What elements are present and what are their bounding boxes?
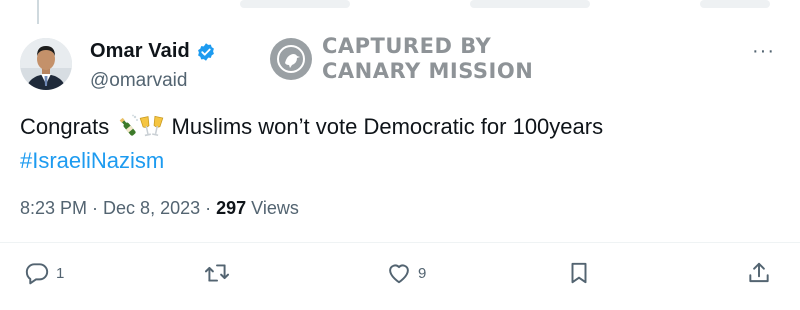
more-options-icon[interactable]: ··· (752, 40, 775, 63)
heart-icon (389, 264, 409, 284)
divider (0, 242, 800, 243)
share-button[interactable] (746, 260, 772, 286)
tweet-time[interactable]: 8:23 PM (20, 198, 87, 218)
tweet-first-line: Congrats Muslims won’t vote Democratic f… (20, 112, 780, 146)
tweet-text: Congrats Muslims won’t vote Democratic f… (20, 112, 780, 176)
like-button[interactable]: 9 (386, 260, 426, 286)
avatar-image (20, 38, 72, 90)
tweet-date[interactable]: Dec 8, 2023 (103, 198, 200, 218)
reply-button[interactable]: 1 (24, 260, 64, 286)
watermark-line-1: CAPTURED BY (322, 34, 492, 58)
like-count: 9 (418, 264, 427, 282)
views-count: 297 (216, 198, 247, 218)
share-icon (749, 262, 769, 283)
avatar[interactable] (20, 38, 72, 90)
meta-separator: · (87, 198, 104, 218)
action-bar: 1 9 (0, 260, 800, 294)
reply-count: 1 (56, 264, 65, 282)
watermark: CAPTURED BY CANARY MISSION (270, 34, 533, 84)
tweet-text-after: Muslims won’t vote Democratic for 100yea… (165, 114, 604, 139)
watermark-text: CAPTURED BY CANARY MISSION (322, 34, 533, 84)
author-handle[interactable]: @omarvaid (90, 70, 187, 92)
faded-previous-content (700, 0, 770, 8)
tweet-meta: 8:23 PM · Dec 8, 2023 · 297 Views (20, 198, 299, 219)
author-name-row: Omar Vaid (90, 40, 216, 63)
verified-badge-icon[interactable] (196, 42, 216, 62)
retweet-button[interactable] (204, 260, 236, 286)
views-label: Views (246, 198, 299, 218)
hashtag-link[interactable]: #IsraeliNazism (20, 148, 164, 173)
faded-previous-content (470, 0, 590, 8)
meta-separator: · (200, 198, 217, 218)
reply-icon (25, 263, 49, 285)
canary-bird-icon (270, 38, 312, 80)
retweet-icon (204, 264, 230, 282)
author-name[interactable]: Omar Vaid (90, 40, 190, 63)
watermark-line-2: CANARY MISSION (322, 59, 534, 83)
tweet-text-before: Congrats (20, 114, 116, 139)
thread-connector-line (37, 0, 39, 24)
bottle-with-popping-cork-icon (115, 114, 139, 146)
clinking-glasses-icon (139, 114, 165, 146)
bookmark-button[interactable] (566, 260, 592, 286)
faded-previous-content (240, 0, 350, 8)
bookmark-icon (571, 262, 587, 284)
